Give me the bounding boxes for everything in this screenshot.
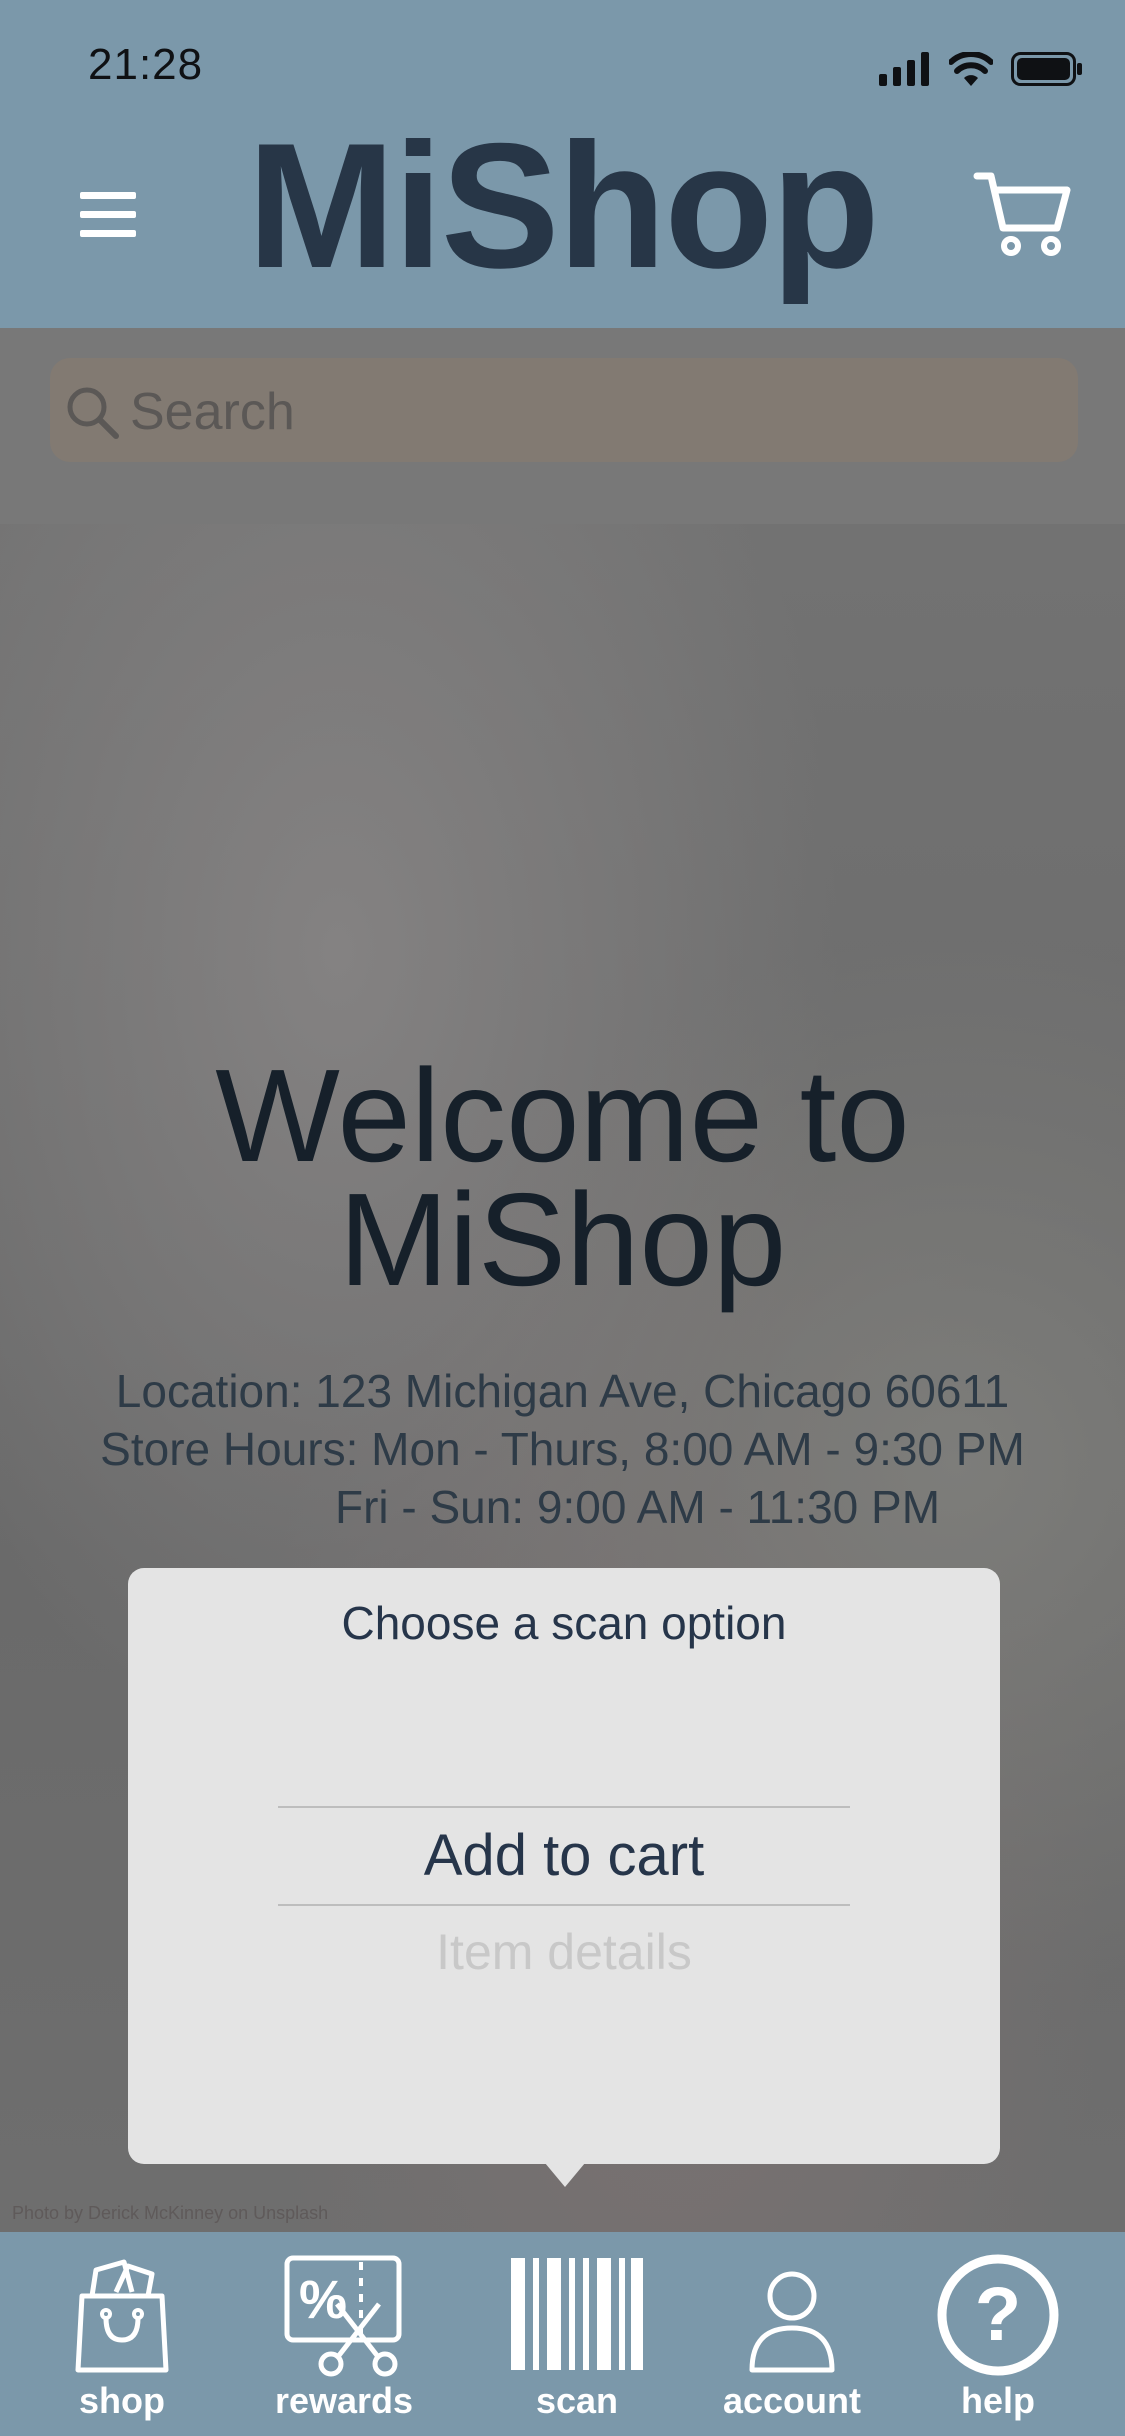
tab-help[interactable]: ? help [908,2252,1088,2436]
option-add-to-cart[interactable]: Add to cart [278,1808,850,1904]
store-hours-weekend: Fri - Sun: 9:00 AM - 11:30 PM [334,1481,941,1533]
tab-label: scan [535,2380,619,2421]
option-item-details[interactable]: Item details [278,1904,850,2000]
photo-credit: Photo by Derick McKinney on Unsplash [12,2203,329,2223]
bottom-tab-bar: shop % rewards scan account ? help [0,2232,1125,2436]
status-icons [879,52,1083,86]
store-location: Location: 123 Michigan Ave, Chicago 6061… [115,1365,1010,1417]
search-icon [67,387,119,439]
shopping-bag-icon [75,2259,169,2373]
battery-icon [1011,52,1082,86]
search-placeholder: Search [130,383,295,441]
shopping-cart-icon [973,172,1071,256]
barcode-icon [511,2258,643,2370]
tab-account[interactable]: account [702,2252,882,2436]
tab-label: help [960,2380,1035,2421]
popover-title: Choose a scan option [341,1597,787,1649]
tab-scan[interactable]: scan [487,2252,667,2436]
store-info: Location: 123 Michigan Ave, Chicago 6061… [0,1362,1125,1536]
tab-rewards[interactable]: % rewards [254,2252,434,2436]
welcome-line-2: MiShop [338,1166,787,1313]
tab-shop[interactable]: shop [32,2252,212,2436]
scan-options-popover: Choose a scan option Add to cart Item de… [128,1568,1000,2164]
store-hours-weekday: Store Hours: Mon - Thurs, 8:00 AM - 9:30… [100,1423,1025,1475]
tab-label: account [722,2380,862,2421]
status-time: 21:28 [88,40,204,89]
coupon-scissors-icon: % [284,2255,402,2377]
tab-label: shop [79,2380,165,2421]
question-circle-icon: ? [937,2254,1059,2376]
svg-text:%: % [299,2270,347,2330]
wifi-icon [949,52,993,86]
search-bar[interactable]: Search [50,358,1078,462]
signal-icon [879,52,929,86]
welcome-heading: Welcome to MiShop [0,1042,1125,1313]
search-area: Search [0,328,1125,524]
brand-logo-text: MiShop [247,106,880,305]
tab-label: rewards [274,2380,414,2421]
svg-text:?: ? [975,2272,1021,2357]
welcome-line-1: Welcome to [215,1042,910,1189]
cart-button[interactable] [973,168,1073,258]
person-icon [749,2271,835,2373]
popover-arrow [545,2163,585,2187]
app-header: MiShop [0,100,1125,328]
